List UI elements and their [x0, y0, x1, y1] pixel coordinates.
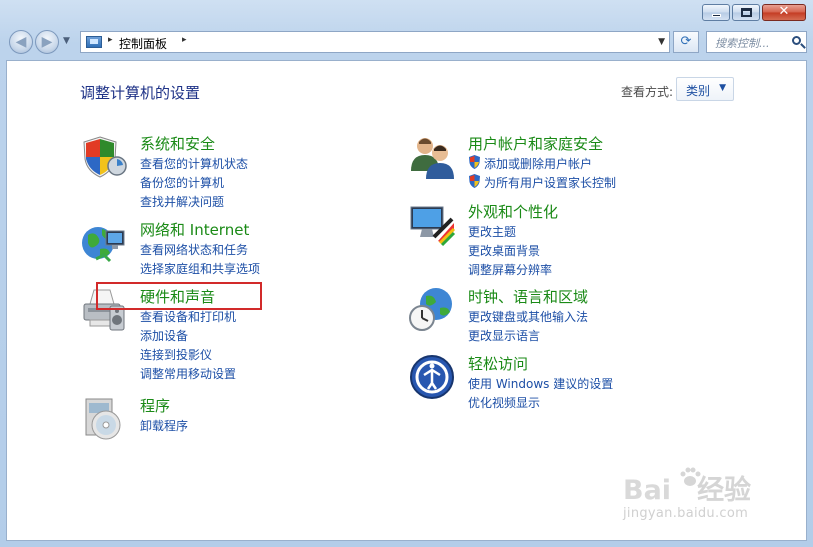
watermark-logo-right: 经验 [697, 475, 752, 506]
minimize-icon [712, 14, 721, 17]
category-title[interactable]: 系统和安全 [140, 133, 215, 154]
address-bar[interactable]: ▸ 控制面板 ▸ ▼ [80, 31, 670, 53]
navigation-bar: ◀ ▶ ▼ ▸ 控制面板 ▸ ▼ ⟳ 搜索控制... [6, 30, 807, 54]
programs-disc-icon [85, 398, 121, 440]
uac-shield-icon [469, 155, 480, 169]
task-link[interactable]: 更改键盘或其他输入法 [468, 308, 588, 325]
task-link[interactable]: 查看网络状态和任务 [140, 241, 248, 258]
task-link[interactable]: 连接到投影仪 [140, 346, 212, 363]
task-link[interactable]: 查看设备和打印机 [140, 308, 236, 325]
task-link[interactable]: 调整常用移动设置 [140, 365, 236, 382]
task-link[interactable]: 使用 Windows 建议的设置 [468, 375, 613, 392]
paw-icon [680, 467, 701, 486]
task-link[interactable]: 更改显示语言 [468, 327, 540, 344]
task-link[interactable]: 查找并解决问题 [140, 193, 224, 210]
close-icon: ✕ [778, 4, 790, 19]
refresh-button[interactable]: ⟳ [673, 31, 699, 53]
search-icon[interactable] [792, 36, 801, 45]
ease-of-access-icon [410, 355, 454, 399]
search-input[interactable]: 搜索控制... [715, 35, 770, 51]
minimize-button[interactable] [702, 4, 730, 21]
task-link[interactable]: 更改主题 [468, 223, 516, 240]
category-title[interactable]: 网络和 Internet [140, 219, 249, 240]
highlight-annotation-box [96, 282, 262, 310]
task-link[interactable]: 添加设备 [140, 327, 188, 344]
task-link[interactable]: 调整屏幕分辨率 [468, 261, 552, 278]
address-dropdown-icon[interactable]: ▼ [658, 37, 665, 47]
breadcrumb-separator[interactable]: ▸ [108, 35, 113, 45]
task-link[interactable]: 选择家庭组和共享选项 [140, 260, 260, 277]
watermark-url: jingyan.baidu.com [623, 506, 749, 521]
uac-shield-icon [469, 174, 480, 188]
task-link[interactable]: 优化视频显示 [468, 394, 540, 411]
task-link[interactable]: 添加或删除用户帐户 [484, 155, 592, 172]
forward-button[interactable]: ▶ [35, 30, 59, 54]
breadcrumb-separator[interactable]: ▸ [182, 35, 187, 45]
appearance-monitor-icon [410, 206, 456, 247]
breadcrumb-control-panel[interactable]: 控制面板 [119, 35, 167, 52]
clock-globe-icon [409, 288, 452, 331]
window-frame: ✕ ◀ ▶ ▼ ▸ 控制面板 ▸ ▼ ⟳ 搜索控制... 调整计算机的设置 查看… [0, 0, 813, 547]
task-link[interactable]: 查看您的计算机状态 [140, 155, 248, 172]
close-button[interactable]: ✕ [762, 4, 806, 21]
task-link[interactable]: 卸载程序 [140, 417, 188, 434]
category-title[interactable]: 程序 [140, 395, 170, 416]
task-link[interactable]: 更改桌面背景 [468, 242, 540, 259]
category-title[interactable]: 外观和个性化 [468, 201, 558, 222]
category-title[interactable]: 用户帐户和家庭安全 [468, 133, 603, 154]
task-link[interactable]: 备份您的计算机 [140, 174, 224, 191]
search-box[interactable]: 搜索控制... [706, 31, 807, 53]
task-link[interactable]: 为所有用户设置家长控制 [484, 174, 616, 191]
view-by-dropdown[interactable]: 类别 ▼ [676, 77, 734, 101]
back-button[interactable]: ◀ [9, 30, 33, 54]
user-accounts-icon [411, 138, 454, 179]
maximize-icon [741, 8, 752, 17]
chevron-down-icon: ▼ [719, 83, 726, 93]
category-title[interactable]: 时钟、语言和区域 [468, 286, 588, 307]
view-by-label: 查看方式: [621, 85, 674, 99]
view-by-value: 类别 [686, 84, 711, 98]
control-panel-content: 调整计算机的设置 查看方式: 类别 ▼ 系统和安全 查看您的计算机状态 备份您的… [6, 60, 807, 541]
recent-pages-dropdown[interactable]: ▼ [63, 36, 70, 46]
page-title: 调整计算机的设置 [80, 84, 201, 102]
system-security-shield-icon [83, 136, 127, 178]
category-title[interactable]: 轻松访问 [468, 353, 528, 374]
watermark-logo-left: Bai [623, 475, 672, 506]
network-globe-icon [82, 227, 125, 263]
maximize-button[interactable] [732, 4, 760, 21]
control-panel-icon [86, 36, 102, 48]
window-caption-buttons: ✕ [700, 4, 806, 21]
